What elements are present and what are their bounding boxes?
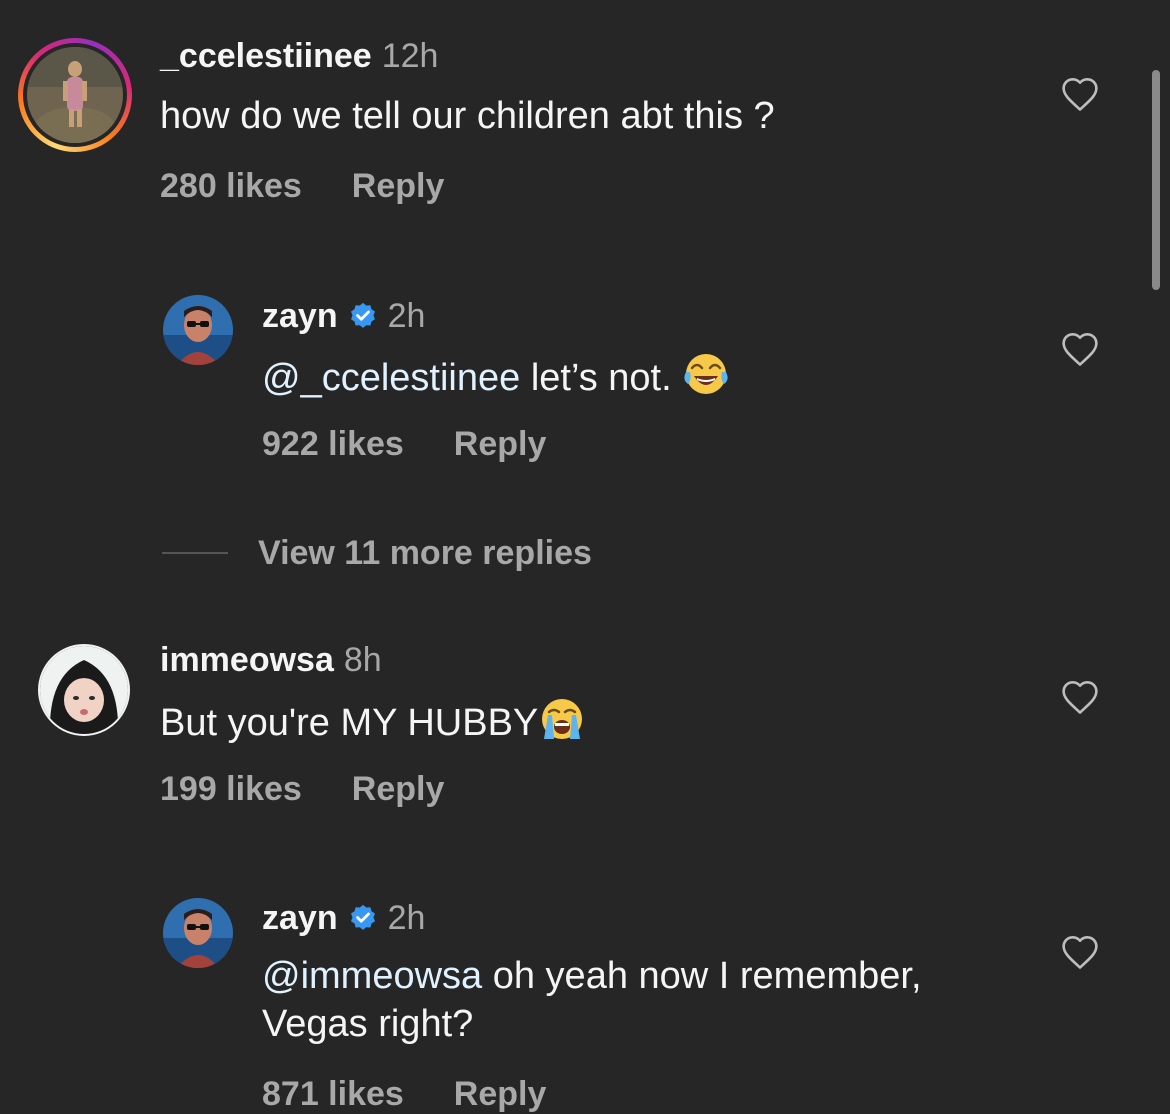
verified-badge-icon (350, 904, 375, 930)
likes-count[interactable]: 871 likes (262, 1075, 404, 1113)
reply-text: @_ccelestiinee let’s not. (262, 350, 730, 402)
comment-meta: 280 likes Reply (160, 166, 444, 206)
avatar-immeowsa[interactable] (38, 644, 130, 736)
reply-button[interactable]: Reply (454, 425, 547, 463)
username[interactable]: immeowsa (160, 641, 334, 679)
comment-body: But you're MY HUBBY (160, 702, 539, 744)
comment-text: how do we tell our children abt this ? (160, 92, 775, 140)
username[interactable]: zayn (262, 297, 338, 335)
reply-meta: 871 likes Reply (262, 1074, 546, 1114)
verified-badge-icon (350, 302, 375, 328)
avatar-ccelestiinee[interactable] (27, 47, 123, 143)
likes-count[interactable]: 280 likes (160, 167, 302, 205)
reply-text: @immeowsa oh yeah now I remember, Vegas … (262, 952, 1042, 1048)
username[interactable]: zayn (262, 899, 338, 937)
likes-count[interactable]: 199 likes (160, 770, 302, 808)
reply-line-2: Vegas right? (262, 1003, 474, 1045)
reply-header: zayn 2h (262, 296, 425, 336)
scrollbar[interactable] (1152, 70, 1160, 290)
comment-header: _ccelestiinee 12h (160, 36, 438, 76)
reply-header: zayn 2h (262, 898, 425, 938)
loudly-crying-face-icon (542, 699, 583, 739)
reply-line-1: @immeowsa oh yeah now I remember, (262, 952, 1042, 1000)
heart-outline-icon[interactable] (1060, 331, 1100, 367)
timestamp: 2h (387, 899, 426, 937)
mention-link[interactable]: @immeowsa (262, 955, 482, 997)
reply-meta: 922 likes Reply (262, 424, 546, 464)
heart-outline-icon[interactable] (1060, 76, 1100, 112)
avatar-zayn[interactable] (163, 898, 233, 968)
reply-body: oh yeah now I remember, (482, 955, 922, 997)
avatar-zayn[interactable] (163, 295, 233, 365)
reply-button[interactable]: Reply (352, 167, 445, 205)
face-with-tears-of-joy-icon (684, 354, 728, 394)
view-more-label[interactable]: View 11 more replies (258, 534, 592, 573)
reply-button[interactable]: Reply (352, 770, 445, 808)
timestamp: 12h (381, 37, 439, 75)
heart-outline-icon[interactable] (1060, 934, 1100, 970)
comment-header: immeowsa 8h (160, 640, 382, 680)
reply-button[interactable]: Reply (454, 1075, 547, 1113)
comment-meta: 199 likes Reply (160, 769, 444, 809)
comment-text: But you're MY HUBBY (160, 695, 586, 747)
heart-outline-icon[interactable] (1060, 679, 1100, 715)
reply-body: let’s not. (520, 357, 683, 399)
timestamp: 2h (387, 297, 426, 335)
divider-line (162, 552, 228, 554)
username[interactable]: _ccelestiinee (160, 37, 372, 75)
likes-count[interactable]: 922 likes (262, 425, 404, 463)
mention-link[interactable]: @_ccelestiinee (262, 357, 520, 399)
comment-body: how do we tell our children abt this ? (160, 95, 775, 137)
timestamp: 8h (343, 641, 382, 679)
view-more-replies[interactable]: View 11 more replies (162, 530, 592, 576)
